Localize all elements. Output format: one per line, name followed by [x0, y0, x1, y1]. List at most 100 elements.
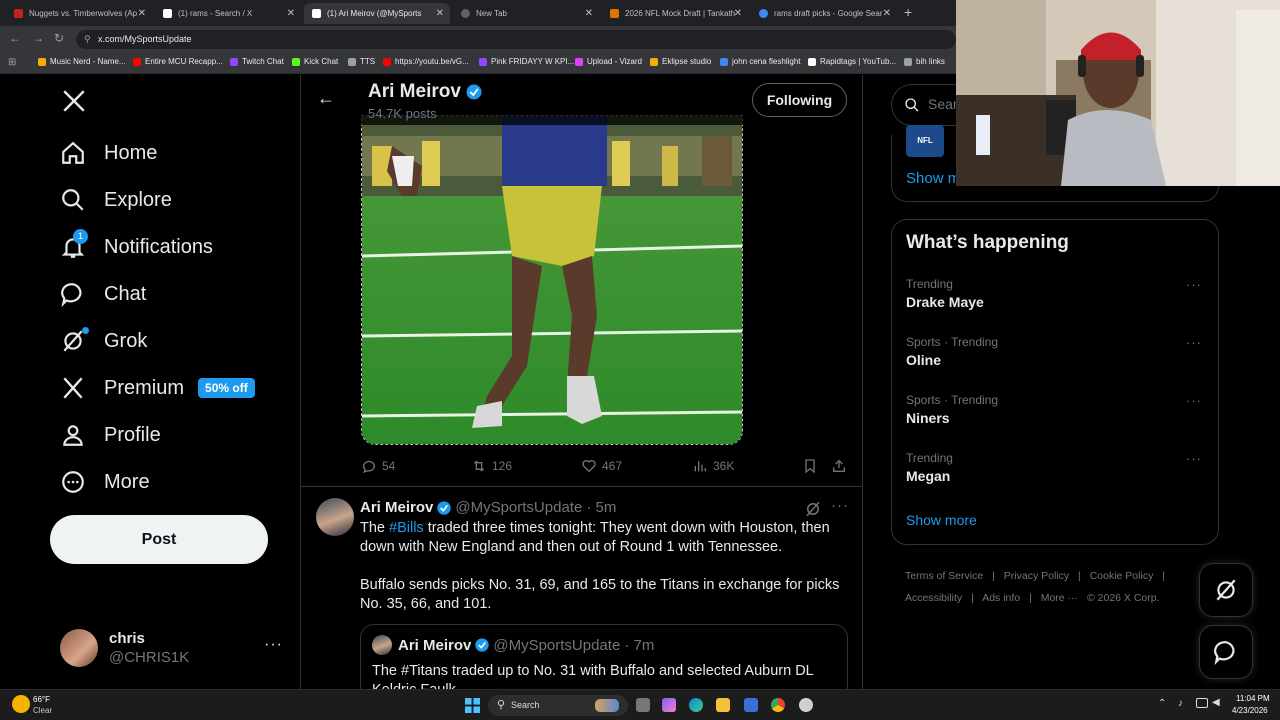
bookmark[interactable]: Entire MCU Recapp... — [133, 57, 223, 66]
bookmark[interactable]: TTS — [348, 57, 375, 66]
bookmark[interactable]: Music Nerd - Name... — [38, 57, 126, 66]
more-dots-icon[interactable]: ··· — [264, 636, 283, 654]
more-dots-icon[interactable]: ··· — [1186, 335, 1202, 350]
back-arrow-icon[interactable]: ← — [317, 88, 335, 109]
bookmark[interactable]: Twitch Chat — [230, 57, 284, 66]
chat-float-button[interactable] — [1199, 625, 1253, 679]
bookmark[interactable]: Kick Chat — [292, 57, 338, 66]
accessibility-link[interactable]: Accessibility — [905, 592, 962, 604]
apps-icon[interactable]: ⊞ — [8, 57, 16, 68]
tweet-media-image[interactable] — [361, 115, 743, 445]
trend-item[interactable]: Trending Drake Maye ··· — [892, 273, 1218, 325]
taskbar-search[interactable]: ⚲ Search — [488, 695, 628, 716]
trend-item[interactable]: Sports · Trending Niners ··· — [892, 389, 1218, 441]
browser-tab[interactable]: New Tab ✕ — [453, 3, 599, 24]
close-icon[interactable]: ✕ — [138, 8, 146, 19]
more-link[interactable]: More ··· — [1041, 592, 1078, 604]
store-icon[interactable] — [744, 698, 758, 712]
close-icon[interactable]: ✕ — [287, 8, 295, 19]
windows-taskbar: 66°F Clear ⚲ Search ⌃ ♪ ◀ 11:04 PM 4/23/… — [0, 689, 1280, 720]
more-dots-icon[interactable]: ··· — [1186, 393, 1202, 408]
retweet-button[interactable]: 126 — [471, 458, 512, 474]
forward-icon[interactable]: → — [32, 31, 44, 45]
more-dots-icon[interactable]: ··· — [1186, 451, 1202, 466]
reply-button[interactable]: 54 — [361, 458, 395, 474]
bookmark[interactable]: Upload - Vizard — [575, 57, 642, 66]
account-handle: @CHRIS1K — [109, 649, 190, 666]
browser-tab[interactable]: Nuggets vs. Timberwolves (Ap ✕ — [6, 3, 152, 24]
share-icon[interactable] — [831, 458, 847, 474]
tweet[interactable]: Ari Meirov @MySportsUpdate · 5m ··· The … — [301, 487, 862, 689]
weather-icon[interactable] — [12, 695, 30, 713]
following-button[interactable]: Following — [752, 83, 847, 117]
eklipse-icon — [650, 57, 658, 66]
bookmark[interactable]: Eklipse studio — [650, 57, 711, 66]
copyright: © 2026 X Corp. — [1086, 592, 1160, 604]
browser-tab[interactable]: 2026 NFL Mock Draft | Tankath ✕ — [602, 3, 748, 24]
quoted-tweet[interactable]: Ari Meirov @MySportsUpdate · 7m The #Tit… — [360, 624, 848, 689]
microphone-icon[interactable]: ♪ — [1178, 698, 1183, 709]
author-handle[interactable]: @MySportsUpdate — [455, 499, 582, 516]
grok-icon[interactable] — [804, 500, 822, 518]
network-icon[interactable] — [1196, 698, 1208, 708]
bookmark[interactable]: bih links — [904, 57, 945, 66]
chrome-icon[interactable] — [771, 698, 785, 712]
obs-icon[interactable] — [799, 698, 813, 712]
nav-explore[interactable]: Explore — [60, 187, 172, 213]
more-dots-icon[interactable]: ··· — [831, 497, 849, 514]
file-explorer-icon[interactable] — [716, 698, 730, 712]
search-icon — [905, 98, 919, 112]
bookmark[interactable]: Pink FRIDAYY W KPI... — [479, 57, 574, 66]
tweet-time[interactable]: · 5m — [586, 499, 616, 516]
new-tab-button[interactable]: + — [904, 4, 912, 20]
nav-chat[interactable]: Chat — [60, 281, 146, 307]
post-button[interactable]: Post — [50, 515, 268, 564]
bookmark[interactable]: Rapidtags | YouTub... — [808, 57, 896, 66]
bookmark-icon — [38, 57, 46, 66]
nfl-logo-icon[interactable]: NFL — [906, 125, 944, 157]
reload-icon[interactable]: ↻ — [54, 31, 64, 45]
trend-item[interactable]: Sports · Trending Oline ··· — [892, 331, 1218, 383]
privacy-link[interactable]: Privacy Policy — [1004, 570, 1069, 582]
nav-more[interactable]: More — [60, 469, 150, 495]
retweet-icon — [473, 460, 485, 472]
windows-start-icon[interactable] — [465, 698, 480, 713]
task-view-icon[interactable] — [636, 698, 650, 712]
browser-tab[interactable]: (1) rams - Search / X ✕ — [155, 3, 301, 24]
account-switcher[interactable]: chris @CHRIS1K ··· — [60, 628, 292, 668]
browser-tab-active[interactable]: (1) Ari Meirov (@MySports ✕ — [304, 3, 450, 24]
close-icon[interactable]: ✕ — [883, 8, 891, 19]
url-bar[interactable]: ⚲ x.com/MySportsUpdate — [76, 30, 956, 49]
tray-chevron-icon[interactable]: ⌃ — [1158, 698, 1166, 709]
x-logo-icon[interactable] — [61, 88, 87, 114]
more-dots-icon[interactable]: ··· — [1186, 277, 1202, 292]
show-more-link[interactable]: Show more — [906, 512, 977, 528]
back-icon[interactable]: ← — [9, 31, 21, 45]
nav-home[interactable]: Home — [60, 140, 157, 166]
views-button[interactable]: 36K — [692, 458, 734, 474]
grok-float-button[interactable] — [1199, 563, 1253, 617]
edge-icon[interactable] — [689, 698, 703, 712]
nav-notifications[interactable]: Notifications 1 — [60, 229, 213, 260]
close-icon[interactable]: ✕ — [436, 8, 444, 19]
terms-link[interactable]: Terms of Service — [905, 570, 983, 582]
trend-item[interactable]: Trending Megan ··· — [892, 447, 1218, 499]
volume-icon[interactable]: ◀ — [1212, 697, 1220, 708]
nav-premium[interactable]: Premium 50% off — [60, 375, 255, 401]
hashtag-link[interactable]: #Bills — [389, 520, 424, 536]
bookmark-icon[interactable] — [802, 458, 818, 474]
author-avatar[interactable] — [316, 498, 354, 536]
ads-info-link[interactable]: Ads info — [982, 592, 1020, 604]
close-icon[interactable]: ✕ — [585, 8, 593, 19]
cookie-link[interactable]: Cookie Policy — [1090, 570, 1154, 582]
author-name[interactable]: Ari Meirov — [360, 499, 433, 516]
close-icon[interactable]: ✕ — [734, 8, 742, 19]
bookmark[interactable]: john cena fleshlight — [720, 57, 801, 66]
nav-profile[interactable]: Profile — [60, 422, 161, 448]
copilot-icon[interactable] — [662, 698, 676, 712]
browser-tab[interactable]: rams draft picks - Google Sear ✕ — [751, 3, 897, 24]
site-info-icon[interactable]: ⚲ — [84, 30, 91, 49]
nav-grok[interactable]: Grok — [60, 327, 147, 354]
bookmark[interactable]: https://youtu.be/vG... — [383, 57, 469, 66]
like-button[interactable]: 467 — [581, 458, 622, 474]
